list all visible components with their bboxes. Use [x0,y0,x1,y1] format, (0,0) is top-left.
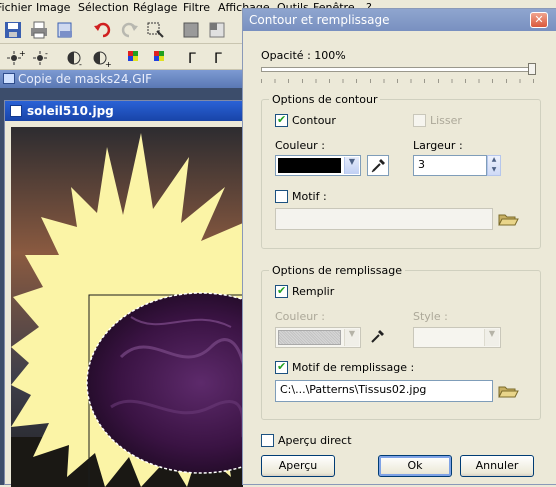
save-icon[interactable] [2,19,24,41]
select-tool-icon[interactable] [144,19,166,41]
svg-text:Γ: Γ [188,51,196,67]
fill-motif-label: Motif de remplissage : [292,361,415,374]
image-content [11,127,243,487]
fill-color-label: Couleur : [275,310,325,323]
cancel-button[interactable]: Annuler [460,455,534,477]
svg-text:Γ: Γ [214,51,222,67]
opacity-slider-thumb[interactable] [528,63,536,75]
brightness-up-icon[interactable]: + [4,47,26,69]
apercu-direct-label: Aperçu direct [278,434,352,447]
layers-icon[interactable] [206,19,228,41]
largeur-spinner[interactable]: ▲ ▼ [487,155,501,176]
remplir-checkbox[interactable]: ✔ [275,284,288,298]
redo-icon[interactable] [118,19,140,41]
fill-options-label: Options de remplissage [269,264,405,277]
contour-checkbox[interactable]: ✔ [275,113,288,127]
open-folder-icon[interactable] [497,209,519,229]
fill-color-swatch [278,330,341,345]
lisser-checkbox[interactable] [413,114,426,127]
image-icon [10,105,22,117]
stroke-color-combo[interactable]: ▼ [275,155,361,176]
image-window-titlebar[interactable]: soleil510.jpg [5,101,244,121]
menu-fichier[interactable]: Fichier [0,1,32,14]
color-adjust-icon[interactable] [180,19,202,41]
colors-more-icon[interactable] [124,47,146,69]
svg-text:+: + [105,60,112,69]
style-combo[interactable]: ▼ [413,327,501,348]
lisser-label: Lisser [430,114,462,127]
chevron-down-icon[interactable]: ▼ [484,329,499,346]
parent-window-title[interactable]: Copie de masks24.GIF [0,70,245,88]
largeur-input[interactable]: 3 [413,155,487,176]
chevron-down-icon[interactable]: ▼ [344,157,359,174]
opacity-slider-track[interactable] [261,67,535,72]
checkmark-icon: ✔ [277,360,287,373]
opacity-label: Opacité : 100% [261,49,346,62]
svg-text:-: - [45,49,48,58]
colors-less-icon[interactable] [150,47,172,69]
close-button[interactable]: ✕ [530,12,548,28]
spin-up-icon[interactable]: ▲ [488,156,500,166]
spin-down-icon[interactable]: ▼ [488,166,500,176]
stroke-color-label: Couleur : [275,139,325,152]
undo-icon[interactable] [92,19,114,41]
preview-button[interactable]: Aperçu [261,455,335,477]
dialog-title: Contour et remplissage [249,13,390,27]
eyedropper-icon[interactable] [367,155,389,176]
brightness-down-icon[interactable]: - [30,47,52,69]
gamma-up-icon[interactable]: Γ [184,47,206,69]
checkmark-icon: ✔ [277,284,287,297]
stroke-options-label: Options de contour [269,93,381,106]
contrast-down-icon[interactable]: + [90,47,112,69]
print-icon[interactable] [28,19,50,41]
style-label: Style : [413,310,448,323]
contrast-up-icon[interactable]: - [64,47,86,69]
stroke-motif-checkbox[interactable] [275,190,288,203]
fill-color-combo[interactable]: ▼ [275,327,361,348]
menu-selection[interactable]: Sélection [78,1,129,14]
menu-image[interactable]: Image [36,1,70,14]
open-folder-icon[interactable] [497,381,519,401]
image-window[interactable]: soleil510.jpg [4,100,245,487]
opacity-slider-ticks [261,79,535,83]
document-icon [3,73,15,84]
fill-eyedropper-icon[interactable] [367,327,389,347]
checkmark-icon: ✔ [277,113,287,126]
apercu-direct-checkbox[interactable] [261,434,274,447]
secondary-toolbar: + - - + Γ Γ [0,44,245,70]
fill-motif-path[interactable]: C:\...\Patterns\Tissus02.jpg [275,380,493,402]
fill-motif-checkbox[interactable]: ✔ [275,360,288,374]
largeur-label: Largeur : [413,139,463,152]
contour-label: Contour [292,114,336,127]
mdi-area: Copie de masks24.GIF soleil510.jpg [0,70,245,487]
gamma-down-icon[interactable]: Γ [210,47,232,69]
stroke-motif-path [275,208,493,230]
stroke-fill-dialog: Contour et remplissage ✕ Opacité : 100% … [242,8,556,485]
chevron-down-icon[interactable]: ▼ [344,329,359,346]
menu-reglage[interactable]: Réglage [133,1,177,14]
print-preview-icon[interactable] [54,19,76,41]
remplir-label: Remplir [292,285,335,298]
image-window-title: soleil510.jpg [27,104,114,118]
stroke-color-swatch [278,158,341,173]
parent-window-title-text: Copie de masks24.GIF [18,72,153,86]
image-canvas[interactable] [11,127,243,487]
ok-button[interactable]: Ok [378,455,452,477]
dialog-titlebar[interactable]: Contour et remplissage ✕ [243,9,556,31]
svg-text:+: + [19,49,26,58]
stroke-motif-label: Motif : [292,190,327,203]
svg-text:-: - [79,60,82,69]
menu-filtre[interactable]: Filtre [183,1,210,14]
main-toolbar [0,16,245,44]
